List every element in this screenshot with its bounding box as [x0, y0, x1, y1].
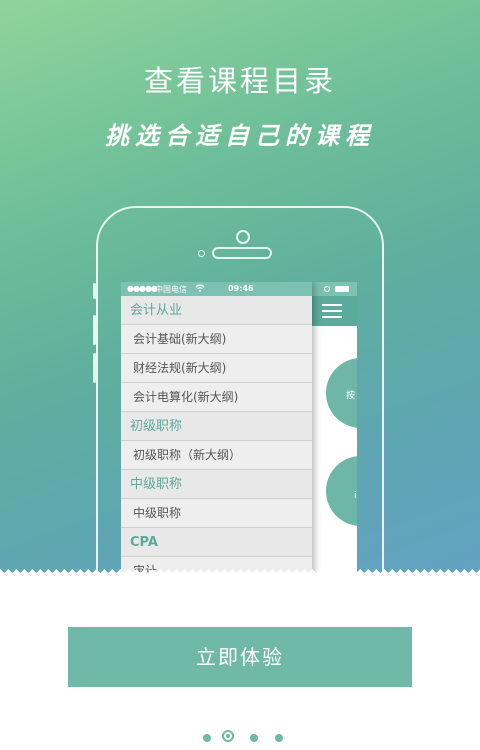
course-menu-drawer: ●●●●● 中国电信 09:46 会计从业 会计基础(新大纲) 财经法规(新大纲) 会… — [121, 282, 312, 575]
page-indicator — [0, 730, 480, 746]
phone-screen: ●●●●● 中国电信 09:46 会计从业 会计基础(新大纲) 财经法规(新大纲) 会… — [121, 282, 357, 575]
status-bar-right — [312, 282, 357, 296]
course-menu-list: 会计从业 会计基础(新大纲) 财经法规(新大纲) 会计电算化(新大纲) 初级职称 初级职称… — [121, 296, 312, 575]
menu-category: 中级职称 — [121, 470, 312, 499]
phone-speaker-icon — [212, 247, 272, 259]
menu-item[interactable]: 会计电算化(新大纲) — [121, 383, 312, 412]
circle-label: 按 — [346, 391, 356, 401]
course-circle-button[interactable]: 按 — [326, 358, 357, 428]
menu-category: 会计从业 — [121, 296, 312, 325]
status-bar: ●●●●● 中国电信 09:46 — [121, 282, 312, 296]
menu-icon[interactable] — [322, 304, 342, 318]
page-dot[interactable] — [203, 734, 211, 742]
wifi-icon — [195, 283, 205, 295]
menu-category: CPA — [121, 528, 312, 557]
page-dot[interactable] — [275, 734, 283, 742]
menu-item[interactable]: 会计基础(新大纲) — [121, 325, 312, 354]
menu-item[interactable]: 初级职称（新大纲） — [121, 441, 312, 470]
carrier-label: 中国电信 — [155, 285, 187, 294]
course-circle-button[interactable]: i — [326, 456, 357, 526]
app-content: 按 i — [312, 326, 357, 575]
status-time: 09:46 — [228, 284, 254, 293]
circle-label: i — [354, 491, 357, 501]
phone-camera-icon — [236, 230, 250, 244]
phone-side-button — [93, 315, 96, 345]
page-dot[interactable] — [250, 734, 258, 742]
signal-icon: ●●●●● — [127, 284, 158, 293]
app-header — [312, 296, 357, 326]
page-subtitle: 挑选合适自己的课程 — [105, 121, 375, 150]
page-dot[interactable] — [222, 730, 234, 742]
menu-item[interactable]: 财经法规(新大纲) — [121, 354, 312, 383]
phone-side-button — [93, 283, 96, 299]
hero-background: 查看课程目录 挑选合适自己的课程 ●●●●● 中国电信 09:46 会计从业 会计… — [0, 0, 480, 575]
battery-icon — [335, 286, 349, 292]
try-now-button[interactable]: 立即体验 — [68, 627, 412, 687]
lock-icon — [324, 286, 330, 292]
phone-sensor-icon — [198, 250, 205, 257]
menu-item[interactable]: 中级职称 — [121, 499, 312, 528]
menu-category: 初级职称 — [121, 412, 312, 441]
phone-side-button — [93, 353, 96, 383]
page-title: 查看课程目录 — [143, 64, 336, 98]
